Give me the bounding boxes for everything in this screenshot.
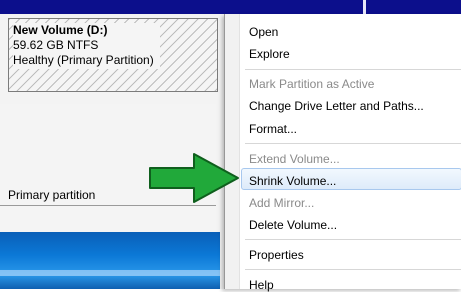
menu-item-change-drive-letter[interactable]: Change Drive Letter and Paths... (249, 99, 424, 113)
menu-item-explore[interactable]: Explore (249, 47, 290, 61)
menu-item-format[interactable]: Format... (249, 122, 297, 136)
menu-item-extend-volume[interactable]: Extend Volume... (249, 152, 340, 166)
green-arrow-icon (149, 153, 239, 203)
volume-partition-block[interactable]: New Volume (D:) 59.62 GB NTFS Healthy (P… (8, 18, 218, 92)
volume-status: Healthy (Primary Partition) (13, 53, 154, 67)
legend-primary-partition: Primary partition (8, 188, 96, 202)
strip-highlight (363, 0, 366, 14)
menu-separator (245, 269, 461, 270)
menu-separator (245, 239, 461, 240)
menu-separator (245, 143, 461, 144)
legend-divider (0, 205, 216, 206)
volume-size: 59.62 GB NTFS (13, 38, 99, 52)
menu-item-help[interactable]: Help (249, 278, 274, 292)
volume-name: New Volume (D:) (13, 23, 108, 37)
menu-item-delete-volume[interactable]: Delete Volume... (249, 218, 337, 232)
menu-separator (245, 69, 461, 70)
menu-item-mark-active[interactable]: Mark Partition as Active (249, 77, 374, 91)
menu-item-open[interactable]: Open (249, 25, 278, 39)
context-menu: Open Explore Mark Partition as Active Ch… (224, 14, 461, 292)
volume-info: New Volume (D:) 59.62 GB NTFS Healthy (P… (13, 23, 160, 69)
desktop-glow (0, 270, 220, 276)
desktop-background (0, 232, 220, 289)
menu-item-properties[interactable]: Properties (249, 248, 304, 262)
disk-header-strip (0, 0, 461, 14)
menu-item-shrink-volume[interactable]: Shrink Volume... (249, 174, 336, 188)
menu-item-add-mirror[interactable]: Add Mirror... (249, 196, 314, 210)
